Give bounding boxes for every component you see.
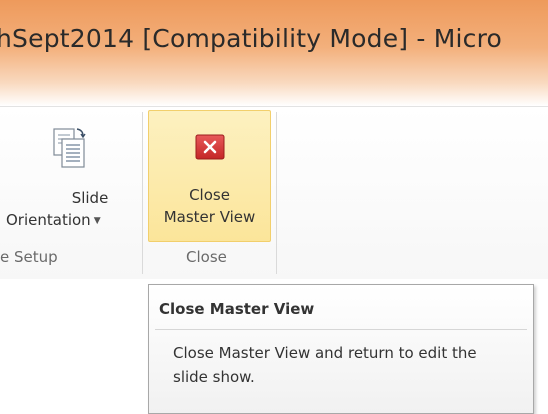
slide-orientation-label-text: Orientation [6, 211, 91, 229]
group-separator [142, 112, 143, 274]
tooltip-title: Close Master View [159, 300, 315, 318]
chevron-down-icon[interactable]: ▼ [94, 216, 101, 226]
slide-orientation-label-line2: Orientation ▼ [6, 209, 101, 232]
slide-orientation-icon [50, 126, 90, 174]
close-master-view-label-line1: Close [189, 186, 230, 204]
page-setup-group-label: e Setup [0, 248, 58, 266]
tooltip-body: Close Master View and return to edit the… [173, 344, 477, 386]
title-bar: thSept2014 [Compatibility Mode] - Micro [0, 0, 548, 106]
close-master-view-label-line2: Master View [163, 208, 256, 226]
close-group-label: Close [186, 248, 227, 266]
slide-orientation-label-line1: Slide [71, 189, 109, 207]
close-x-icon [194, 131, 226, 167]
window-title: thSept2014 [Compatibility Mode] - Micro [0, 24, 503, 53]
group-separator [276, 112, 277, 274]
slide-orientation-button[interactable]: Slide Orientation ▼ [0, 112, 140, 244]
close-master-view-button[interactable]: Close Master View [148, 110, 271, 242]
tooltip: Close Master View Close Master View and … [148, 284, 534, 414]
tooltip-divider [155, 329, 527, 330]
